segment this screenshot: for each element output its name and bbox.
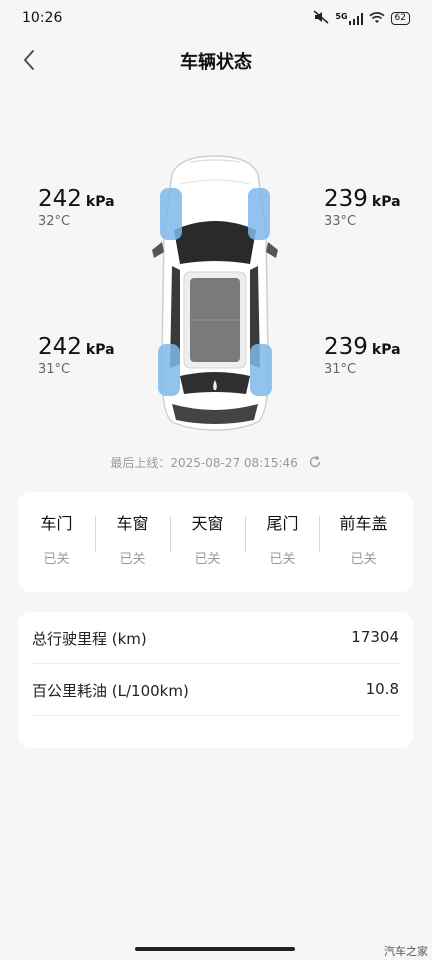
last-online-line: 最后上线：2025-08-27 08:15:46 (0, 454, 432, 472)
opening-status: 已关 (269, 552, 296, 567)
status-time: 10:26 (22, 10, 63, 26)
divider (32, 715, 399, 716)
opening-label: 车门 (40, 514, 73, 533)
tire-pressure-value: 239 (324, 334, 368, 360)
tire-pressure-value: 242 (38, 334, 82, 360)
stat-label: 总行驶里程 (km) (32, 630, 147, 648)
mute-icon (313, 9, 329, 28)
stat-value: 17304 (351, 628, 399, 646)
app-header: 车辆状态 (0, 40, 432, 80)
opening-status: 已关 (43, 552, 70, 567)
car-top-view-image (152, 155, 278, 431)
refresh-button[interactable] (308, 455, 322, 472)
signal-icon: 5G (335, 11, 363, 25)
tire-temperature: 31°C (38, 362, 71, 377)
opening-item-sunroof: 天窗 已关 (170, 510, 245, 567)
opening-item-windows: 车窗 已关 (95, 510, 170, 567)
watermark: 汽车之家 (384, 945, 428, 958)
divider (319, 516, 320, 552)
status-icons: 5G 62 (313, 9, 410, 28)
wifi-icon (368, 9, 385, 28)
battery-indicator: 62 (390, 12, 410, 25)
tire-pressure-unit: kPa (85, 342, 115, 358)
stat-value: 10.8 (365, 680, 399, 698)
stat-row-fuel: 百公里耗油 (L/100km) 10.8 (32, 664, 399, 716)
tire-temperature: 32°C (38, 214, 71, 229)
opening-item-tailgate: 尾门 已关 (245, 510, 320, 567)
opening-status: 已关 (119, 552, 146, 567)
stat-label: 百公里耗油 (L/100km) (32, 682, 189, 700)
page-title: 车辆状态 (180, 52, 252, 73)
network-type: 5G (335, 11, 348, 21)
tire-pressure-unit: kPa (371, 194, 401, 210)
home-indicator[interactable] (135, 947, 295, 951)
tire-pressure-unit: kPa (371, 342, 401, 358)
tire-rear-right: 239 kPa 31°C (324, 334, 401, 377)
openings-card: 车门 已关 车窗 已关 天窗 已关 尾门 已关 前车盖 已关 (18, 492, 413, 592)
opening-item-doors: 车门 已关 (19, 510, 94, 567)
tire-front-right: 239 kPa 33°C (324, 186, 401, 229)
opening-status: 已关 (194, 552, 221, 567)
tire-rear-left: 242 kPa 31°C (38, 334, 115, 377)
tire-pressure-unit: kPa (85, 194, 115, 210)
tire-pressure-value: 239 (324, 186, 368, 212)
opening-label: 前车盖 (339, 514, 388, 533)
opening-status: 已关 (350, 552, 377, 567)
tire-temperature: 31°C (324, 362, 357, 377)
tire-temperature: 33°C (324, 214, 357, 229)
opening-label: 天窗 (191, 514, 224, 533)
stats-card: 总行驶里程 (km) 17304 百公里耗油 (L/100km) 10.8 (18, 612, 413, 748)
last-online-text: 最后上线：2025-08-27 08:15:46 (110, 456, 298, 470)
opening-label: 车窗 (116, 514, 149, 533)
tire-pressure-value: 242 (38, 186, 82, 212)
opening-item-hood: 前车盖 已关 (326, 510, 401, 567)
tire-front-left: 242 kPa 32°C (38, 186, 115, 229)
stat-row-mileage: 总行驶里程 (km) 17304 (32, 612, 399, 664)
refresh-icon (309, 455, 320, 468)
opening-label: 尾门 (266, 514, 299, 533)
status-bar: 10:26 5G 62 (0, 0, 432, 36)
